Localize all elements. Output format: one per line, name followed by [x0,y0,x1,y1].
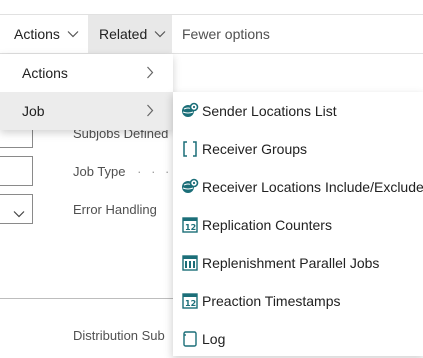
actions-label: Actions [14,26,60,42]
actions-menu-button[interactable]: Actions [14,15,79,53]
submenu-item-log[interactable]: Log [173,320,423,358]
submenu-item-preaction-timestamps[interactable]: 12 Preaction Timestamps [173,282,423,320]
submenu-item-sender-locations[interactable]: Sender Locations List [173,92,423,130]
related-dropdown-menu: Actions Job [0,54,173,130]
chevron-down-icon [13,205,25,223]
job-type-label: Job Type [73,164,126,179]
related-menu-button[interactable]: Related [88,15,172,53]
menu-item-job[interactable]: Job [0,92,173,130]
related-label: Related [99,26,148,42]
submenu-item-receiver-locations[interactable]: Receiver Locations Include/Exclude [173,168,423,206]
chevron-right-icon [146,104,154,120]
submenu-item-label: Sender Locations List [202,103,337,119]
parallel-jobs-icon [181,254,199,272]
error-handling-select[interactable] [0,194,33,224]
location-gear-icon [181,102,199,120]
location-gear-icon [181,178,199,196]
error-handling-label: Error Handling [73,202,157,217]
menu-item-actions[interactable]: Actions [0,54,173,92]
log-icon [181,330,199,348]
svg-text:12: 12 [185,299,196,308]
chevron-down-icon [154,30,166,38]
submenu-item-replication-counters[interactable]: 12 Replication Counters [173,206,423,244]
submenu-item-label: Preaction Timestamps [202,293,341,309]
action-bar: Actions Related Fewer options [0,15,423,53]
menu-item-label: Job [22,103,45,119]
counter-icon: 12 [181,292,199,310]
menu-item-label: Actions [22,65,68,81]
chevron-right-icon [146,66,154,82]
counter-icon: 12 [181,216,199,234]
submenu-item-label: Log [202,331,226,347]
brackets-icon [181,140,199,158]
fewer-options-label: Fewer options [182,26,270,42]
chevron-down-icon [67,30,79,38]
section-divider [0,298,180,299]
submenu-item-receiver-groups[interactable]: Receiver Groups [173,130,423,168]
distribution-label: Distribution Sub [73,328,165,343]
job-submenu: Sender Locations List Receiver Groups Re… [173,92,423,356]
job-type-field[interactable] [0,156,33,186]
submenu-item-label: Receiver Locations Include/Exclude [202,179,423,195]
svg-text:12: 12 [185,223,196,232]
submenu-item-label: Replication Counters [202,217,332,233]
submenu-item-replenishment-jobs[interactable]: Replenishment Parallel Jobs [173,244,423,282]
fewer-options-button[interactable]: Fewer options [182,15,270,53]
submenu-item-label: Receiver Groups [202,141,308,157]
submenu-item-label: Replenishment Parallel Jobs [202,255,380,271]
